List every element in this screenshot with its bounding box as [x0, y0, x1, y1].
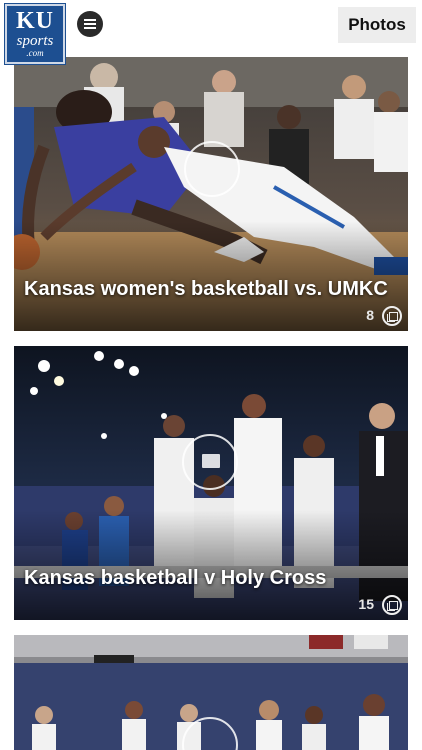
- kusports-logo[interactable]: KU sports .com: [5, 4, 65, 64]
- gallery-overlay-icon: [182, 434, 238, 490]
- photo-gallery-icon: [382, 595, 402, 615]
- hamburger-menu-icon[interactable]: [77, 11, 103, 37]
- photos-button[interactable]: Photos: [338, 7, 416, 43]
- photo-gallery-icon: [382, 306, 402, 326]
- gallery-title: Kansas women's basketball vs. UMKC: [24, 278, 388, 300]
- gallery-card[interactable]: [14, 635, 408, 750]
- gallery-card[interactable]: Kansas women's basketball vs. UMKC 8: [14, 57, 408, 331]
- gallery-overlay-icon: [184, 141, 240, 197]
- gallery-title: Kansas basketball v Holy Cross: [24, 567, 327, 589]
- photo-count: 15: [358, 596, 374, 612]
- logo-ku-text: KU: [16, 8, 54, 34]
- gallery-card[interactable]: Kansas basketball v Holy Cross 15: [14, 346, 408, 620]
- logo-sports-text: sports: [16, 33, 54, 49]
- app-header: KU sports .com Photos: [0, 0, 422, 64]
- logo-com-text: .com: [26, 48, 44, 58]
- photo-count: 8: [366, 307, 374, 323]
